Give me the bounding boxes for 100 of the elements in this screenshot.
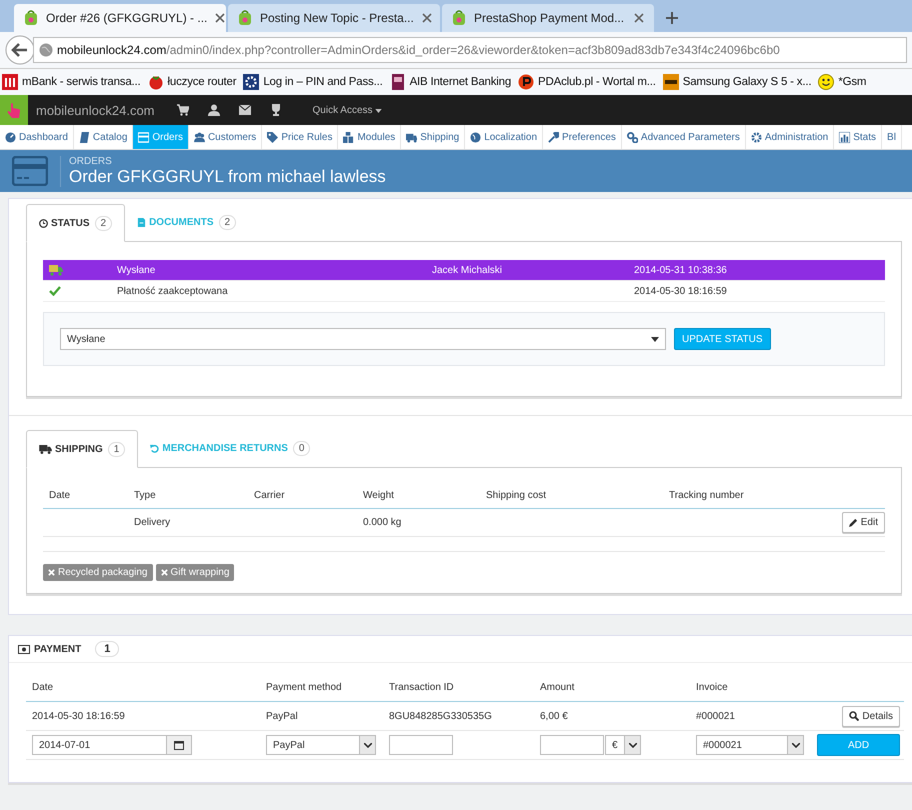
globe-icon	[39, 43, 53, 57]
column-header: Date	[48, 490, 72, 500]
close-icon[interactable]	[215, 13, 226, 23]
status-text: Wysłane	[116, 264, 156, 276]
book-icon	[78, 132, 90, 142]
panel-tab[interactable]: SHIPPING 1	[26, 430, 138, 468]
panel-tab[interactable]: MERCHANDISE RETURNS 0	[138, 430, 322, 466]
caret-icon	[651, 336, 659, 342]
column-header: Invoice	[695, 682, 729, 692]
envelope-icon[interactable]	[238, 105, 251, 115]
calendar-icon	[174, 740, 184, 750]
column-header: Shipping cost	[485, 490, 548, 500]
column-header: Carrier	[253, 490, 286, 500]
close-icon[interactable]	[634, 13, 644, 23]
table-cell-text: Delivery	[133, 517, 172, 528]
truck-icon	[406, 132, 418, 142]
chevron-icon	[364, 742, 372, 748]
browser-tab[interactable]: PrestaShop Payment Mod...	[442, 4, 654, 32]
blocks-icon	[343, 132, 354, 142]
browser-tab[interactable]: Order #26 (GFKGGRUYL) - ...	[14, 4, 226, 32]
table-cell-text: PayPal	[265, 710, 299, 722]
date-text: 2014-05-30 18:16:59	[633, 286, 728, 296]
gear-icon	[243, 74, 260, 90]
status-select[interactable]: Wysłane	[60, 328, 666, 350]
table-cell-text: 6,00 €	[539, 710, 569, 722]
clock-icon	[39, 218, 48, 228]
menu-tab[interactable]: Preferences	[543, 125, 622, 149]
back-button[interactable]	[5, 35, 35, 65]
amount-field[interactable]	[540, 735, 604, 755]
menu-tab[interactable]: Shipping	[401, 125, 466, 149]
undo-icon	[150, 444, 160, 452]
bank-logo-icon	[390, 74, 406, 90]
column-header: Weight	[362, 490, 395, 500]
menu-tab[interactable]: Dashboard	[0, 125, 74, 149]
method-select[interactable]: PayPal	[266, 735, 376, 755]
bookmark[interactable]: *Gsm	[818, 74, 866, 90]
table-cell-text: 2014-05-30 18:16:59	[31, 710, 126, 722]
column-header: Amount	[539, 682, 576, 692]
page-title: Order GFKGGRUYL from michael lawless	[69, 166, 386, 186]
address-field[interactable]: mobileunlock24.com/admin0/index.php?controller=AdminOrders&id_order=26&vieworder&token=acf3b809ad83db7e343f4c24096bc6b0	[33, 37, 907, 63]
bookmark[interactable]: Samsung Galaxy S 5 - x...	[662, 74, 812, 90]
table-cell-text: #000021	[695, 710, 736, 722]
option-tag: Gift wrapping	[156, 564, 234, 581]
date-field[interactable]: 2014-07-01	[32, 735, 167, 755]
menu-tab[interactable]: Customers	[188, 125, 262, 149]
details-button[interactable]: Details	[842, 706, 900, 726]
card-icon	[138, 132, 150, 142]
gauge-icon	[5, 132, 16, 142]
edit-button[interactable]: Edit	[842, 512, 885, 533]
cart-icon[interactable]	[176, 104, 189, 116]
currency-select[interactable]: €	[605, 735, 641, 755]
menu-tab[interactable]: Stats	[834, 125, 882, 149]
file-icon	[137, 218, 146, 226]
column-header: Type	[133, 490, 157, 500]
shop-icon	[238, 10, 252, 26]
shop-icon	[24, 10, 38, 26]
menu-tab[interactable]: Bl	[882, 125, 902, 149]
browser-tab[interactable]: Posting New Topic - Presta...	[228, 4, 440, 32]
globe-icon	[470, 132, 482, 142]
chevron-icon	[792, 742, 800, 748]
status-text: Płatność zaakceptowana	[116, 286, 229, 296]
money-icon	[18, 644, 30, 654]
close-icon[interactable]	[422, 13, 432, 23]
menu-tab[interactable]: Advanced Parameters	[622, 125, 746, 149]
column-header: Payment method	[265, 682, 343, 692]
invoice-select[interactable]: #000021	[696, 735, 804, 755]
tomato-icon	[148, 74, 164, 90]
column-header: Tracking number	[668, 490, 745, 500]
menu-tab[interactable]: Price Rules	[262, 125, 338, 149]
quick-access-menu[interactable]: Quick Access	[312, 104, 382, 116]
search-icon	[849, 711, 860, 721]
check-icon	[49, 286, 61, 296]
table-cell-text: 8GU848285G330535G	[388, 710, 493, 722]
user-icon[interactable]	[208, 104, 220, 116]
shop-name[interactable]: mobileunlock24.com	[36, 102, 155, 118]
cross-icon	[48, 569, 55, 576]
menu-tab[interactable]: Modules	[338, 125, 402, 149]
caret-icon	[375, 108, 382, 112]
menu-tab[interactable]: Localization	[465, 125, 543, 149]
transaction-field[interactable]	[389, 735, 453, 755]
chevron-icon	[628, 742, 636, 748]
new-tab-icon[interactable]	[666, 12, 678, 24]
bookmark[interactable]: Log in – PIN and Pass...	[243, 74, 383, 90]
panel-tab[interactable]: DOCUMENTS 2	[125, 204, 248, 240]
pencil-icon	[848, 518, 858, 527]
square-logo-icon	[662, 74, 679, 90]
gear-icon	[750, 132, 762, 142]
panel-tab[interactable]: STATUS 2	[26, 204, 126, 242]
bookmark[interactable]: mBank - serwis transa...	[2, 74, 141, 90]
wrench-icon	[548, 132, 559, 142]
circle-logo-icon	[518, 74, 534, 90]
bookmark[interactable]: PDAclub.pl - Wortal m...	[518, 74, 656, 90]
cross-icon	[160, 569, 168, 576]
shop-icon	[452, 10, 466, 26]
bookmark[interactable]: łuczyce router	[148, 74, 236, 90]
menu-tab[interactable]: Administration	[746, 125, 834, 149]
calendar-button[interactable]	[167, 735, 192, 755]
column-header: Date	[31, 682, 54, 692]
trophy-icon[interactable]	[270, 104, 282, 116]
bookmark[interactable]: AIB Internet Banking	[390, 74, 512, 90]
